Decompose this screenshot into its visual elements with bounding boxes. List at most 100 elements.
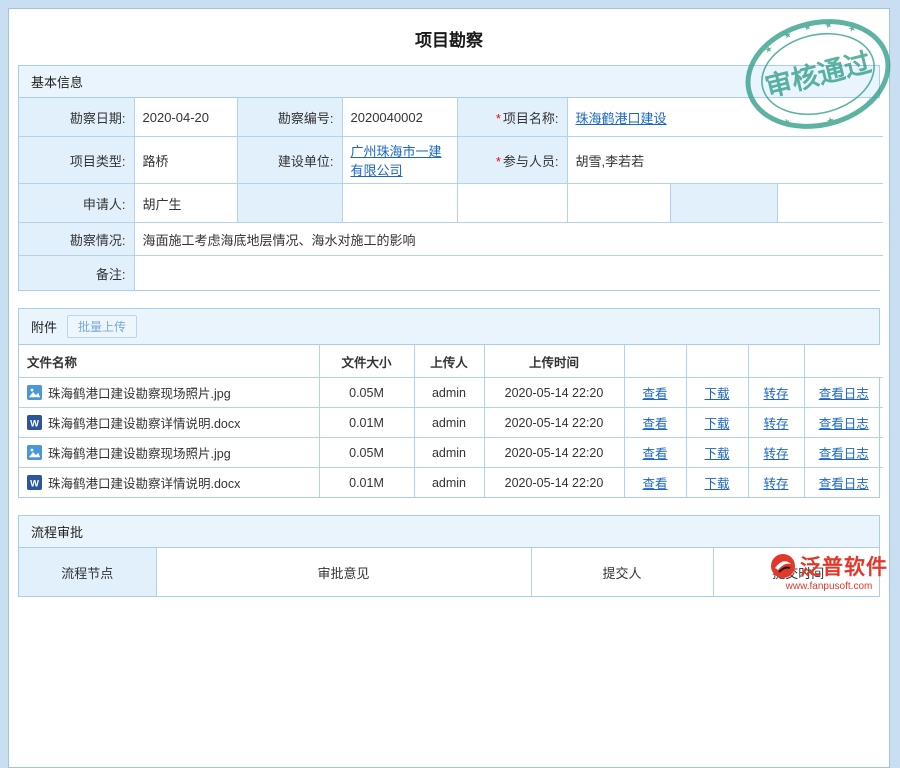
survey-date-value: 2020-04-20 — [134, 98, 237, 137]
attachments-table: 文件名称 文件大小 上传人 上传时间 珠海鹤港口建设勘察现场照片.jpg 0.0… — [19, 345, 883, 497]
empty-cell — [670, 184, 777, 223]
attachments-title: 附件 — [31, 317, 57, 336]
view-link[interactable]: 查看 — [642, 477, 667, 491]
file-size: 0.01M — [319, 468, 414, 498]
file-size: 0.05M — [319, 378, 414, 408]
required-asterisk: * — [496, 111, 501, 126]
empty-cell — [342, 184, 457, 223]
view-link[interactable]: 查看 — [642, 387, 667, 401]
file-size: 0.05M — [319, 438, 414, 468]
project-name-value: 珠海鹤港口建设 — [567, 98, 883, 137]
project-name-label: *项目名称: — [457, 98, 567, 137]
col-action-3 — [748, 345, 804, 378]
basic-info-row-3: 申请人: 胡广生 — [19, 184, 883, 223]
col-flow-node: 流程节点 — [19, 548, 156, 596]
file-upload-time: 2020-05-14 22:20 — [484, 438, 624, 468]
attachments-section: 附件 批量上传 文件名称 文件大小 上传人 上传时间 珠海鹤港口 — [18, 308, 880, 498]
transfer-link[interactable]: 转存 — [763, 387, 788, 401]
empty-cell — [567, 184, 670, 223]
workflow-header: 流程审批 — [19, 516, 879, 548]
page-title: 项目勘察 — [18, 9, 880, 65]
survey-detail-label: 勘察情况: — [19, 223, 134, 256]
workflow-table: 流程节点 审批意见 提交人 提交时间 — [19, 548, 883, 596]
col-action-2 — [686, 345, 748, 378]
attachment-row: 珠海鹤港口建设勘察现场照片.jpg 0.05M admin 2020-05-14… — [19, 438, 883, 468]
workflow-header-row: 流程节点 审批意见 提交人 提交时间 — [19, 548, 883, 596]
transfer-link[interactable]: 转存 — [763, 477, 788, 491]
workflow-section: 流程审批 流程节点 审批意见 提交人 提交时间 — [18, 515, 880, 597]
survey-detail-value: 海面施工考虑海底地层情况、海水对施工的影响 — [134, 223, 883, 256]
project-name-label-text: 项目名称: — [503, 111, 559, 126]
build-unit-link[interactable]: 广州珠海市一建有限公司 — [351, 144, 442, 178]
attachments-header: 附件 批量上传 — [19, 309, 879, 345]
workflow-title: 流程审批 — [31, 522, 83, 541]
file-uploader: admin — [414, 378, 484, 408]
view-log-link[interactable]: 查看日志 — [819, 417, 869, 431]
basic-info-row-4: 勘察情况: 海面施工考虑海底地层情况、海水对施工的影响 — [19, 223, 883, 256]
basic-info-row-1: 勘察日期: 2020-04-20 勘察编号: 2020040002 *项目名称:… — [19, 98, 883, 137]
build-unit-label: 建设单位: — [237, 137, 342, 184]
col-file-size: 文件大小 — [319, 345, 414, 378]
svg-text:W: W — [30, 478, 39, 488]
remark-label: 备注: — [19, 256, 134, 291]
view-link[interactable]: 查看 — [642, 417, 667, 431]
col-action-1 — [624, 345, 686, 378]
remark-value — [134, 256, 883, 291]
transfer-link[interactable]: 转存 — [763, 447, 788, 461]
attachments-header-row: 文件名称 文件大小 上传人 上传时间 — [19, 345, 883, 378]
attachment-row: W 珠海鹤港口建设勘察详情说明.docx 0.01M admin 2020-05… — [19, 468, 883, 498]
col-approval-opinion: 审批意见 — [156, 548, 531, 596]
word-file-icon: W — [27, 415, 42, 430]
basic-info-table: 勘察日期: 2020-04-20 勘察编号: 2020040002 *项目名称:… — [19, 98, 883, 290]
file-uploader: admin — [414, 408, 484, 438]
empty-cell — [237, 184, 342, 223]
required-asterisk: * — [496, 154, 501, 169]
download-link[interactable]: 下载 — [704, 477, 729, 491]
col-uploader: 上传人 — [414, 345, 484, 378]
survey-date-label: 勘察日期: — [19, 98, 134, 137]
attachment-row: 珠海鹤港口建设勘察现场照片.jpg 0.05M admin 2020-05-14… — [19, 378, 883, 408]
file-name: 珠海鹤港口建设勘察现场照片.jpg — [48, 443, 231, 462]
project-name-link[interactable]: 珠海鹤港口建设 — [576, 111, 667, 126]
batch-upload-button[interactable]: 批量上传 — [67, 315, 137, 338]
basic-info-row-2: 项目类型: 路桥 建设单位: 广州珠海市一建有限公司 *参与人员: 胡雪,李若若 — [19, 137, 883, 184]
basic-info-section: 基本信息 勘察日期: 2020-04-20 勘察编号: 2020040002 *… — [18, 65, 880, 291]
image-file-icon — [27, 445, 42, 460]
col-file-name: 文件名称 — [19, 345, 319, 378]
file-name: 珠海鹤港口建设勘察现场照片.jpg — [48, 383, 231, 402]
file-name: 珠海鹤港口建设勘察详情说明.docx — [48, 413, 240, 432]
vendor-name: 泛普软件 — [800, 551, 888, 581]
word-file-icon: W — [27, 475, 42, 490]
col-upload-time: 上传时间 — [484, 345, 624, 378]
project-type-label: 项目类型: — [19, 137, 134, 184]
survey-no-label: 勘察编号: — [237, 98, 342, 137]
view-log-link[interactable]: 查看日志 — [819, 447, 869, 461]
image-file-icon — [27, 385, 42, 400]
basic-info-title: 基本信息 — [31, 72, 83, 91]
view-link[interactable]: 查看 — [642, 447, 667, 461]
download-link[interactable]: 下载 — [704, 387, 729, 401]
transfer-link[interactable]: 转存 — [763, 417, 788, 431]
file-upload-time: 2020-05-14 22:20 — [484, 408, 624, 438]
vendor-logo: 泛普软件 www.fanpusoft.com — [770, 551, 888, 592]
participants-value: 胡雪,李若若 — [567, 137, 883, 184]
attachment-row: W 珠海鹤港口建设勘察详情说明.docx 0.01M admin 2020-05… — [19, 408, 883, 438]
participants-label: *参与人员: — [457, 137, 567, 184]
participants-label-text: 参与人员: — [503, 154, 559, 169]
empty-cell — [457, 184, 567, 223]
file-size: 0.01M — [319, 408, 414, 438]
survey-no-value: 2020040002 — [342, 98, 457, 137]
download-link[interactable]: 下载 — [704, 447, 729, 461]
file-upload-time: 2020-05-14 22:20 — [484, 378, 624, 408]
view-log-link[interactable]: 查看日志 — [819, 387, 869, 401]
basic-info-row-5: 备注: — [19, 256, 883, 291]
fanpu-logo-icon — [770, 553, 796, 579]
applicant-value: 胡广生 — [134, 184, 237, 223]
col-submitter: 提交人 — [531, 548, 713, 596]
download-link[interactable]: 下载 — [704, 417, 729, 431]
view-log-link[interactable]: 查看日志 — [819, 477, 869, 491]
vendor-url: www.fanpusoft.com — [770, 581, 888, 592]
file-upload-time: 2020-05-14 22:20 — [484, 468, 624, 498]
file-uploader: admin — [414, 438, 484, 468]
svg-text:W: W — [30, 418, 39, 428]
